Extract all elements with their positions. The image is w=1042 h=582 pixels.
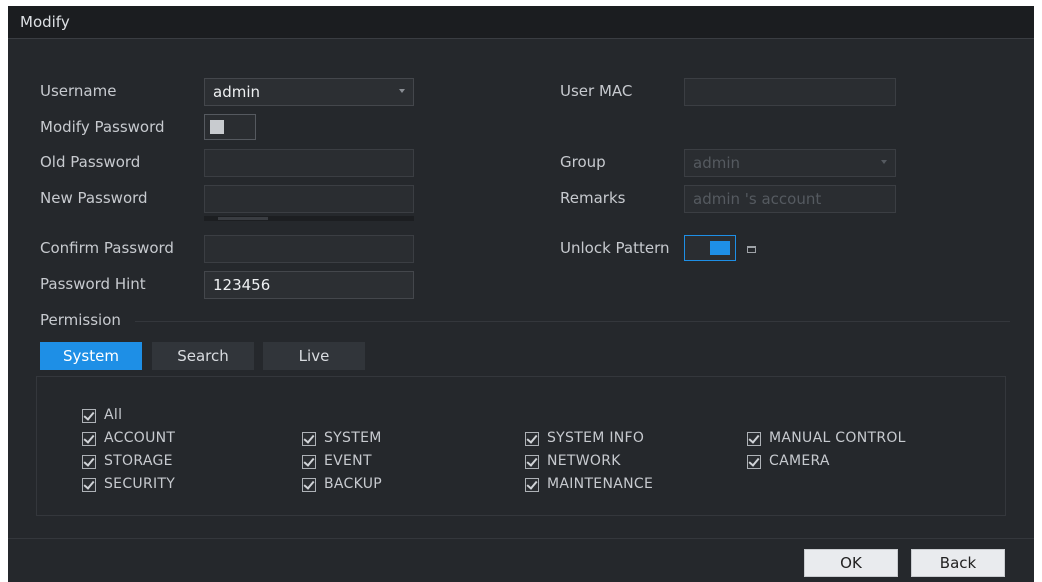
username-value: admin — [213, 83, 260, 101]
checkbox-checked-icon — [747, 455, 761, 469]
tab-live[interactable]: Live — [263, 342, 365, 370]
checkbox-label: EVENT — [324, 453, 372, 469]
remarks-input[interactable]: admin 's account — [684, 185, 896, 213]
unlock-pattern-label: Unlock Pattern — [560, 239, 670, 257]
modify-password-label: Modify Password — [40, 118, 165, 136]
modify-dialog: Modify Username admin Modify Password Ol… — [8, 6, 1034, 582]
checkbox-checked-icon — [82, 455, 96, 469]
password-hint-input[interactable]: 123456 — [204, 271, 414, 299]
footer-divider — [8, 538, 1034, 539]
checkbox-label: SYSTEM — [324, 430, 382, 446]
confirm-password-label: Confirm Password — [40, 239, 174, 257]
unlock-pattern-toggle[interactable] — [684, 235, 736, 261]
checkbox-label: MANUAL CONTROL — [769, 430, 906, 446]
group-value: admin — [693, 154, 740, 172]
user-mac-label: User MAC — [560, 82, 633, 100]
checkbox-checked-icon — [302, 478, 316, 492]
new-password-input[interactable] — [204, 185, 414, 213]
checkbox-label: All — [104, 407, 123, 423]
tab-system[interactable]: System — [40, 342, 142, 370]
chevron-down-icon — [399, 89, 405, 93]
checkbox-checked-icon — [525, 455, 539, 469]
checkbox-checked-icon — [525, 432, 539, 446]
checkbox-label: CAMERA — [769, 453, 830, 469]
old-password-input[interactable] — [204, 149, 414, 177]
confirm-password-input[interactable] — [204, 235, 414, 263]
permission-divider — [135, 321, 1010, 322]
checkbox-label: SECURITY — [104, 476, 176, 492]
edit-pattern-icon[interactable] — [747, 246, 756, 253]
checkbox-checked-icon — [82, 409, 96, 423]
checkbox-checked-icon — [82, 432, 96, 446]
checkbox-label: ACCOUNT — [104, 430, 176, 446]
user-mac-input[interactable] — [684, 78, 896, 106]
tab-search[interactable]: Search — [152, 342, 254, 370]
modify-password-toggle[interactable] — [204, 114, 256, 140]
checkbox-label: MAINTENANCE — [547, 476, 654, 492]
checkbox-checked-icon — [302, 455, 316, 469]
checkbox-checked-icon — [82, 478, 96, 492]
password-hint-label: Password Hint — [40, 275, 146, 293]
old-password-label: Old Password — [40, 153, 141, 171]
title-bar: Modify — [8, 6, 1034, 39]
checkbox-label: SYSTEM INFO — [547, 430, 645, 446]
toggle-knob — [710, 241, 730, 255]
new-password-label: New Password — [40, 189, 148, 207]
checkbox-label: NETWORK — [547, 453, 621, 469]
checkbox-label: BACKUP — [324, 476, 383, 492]
ok-button[interactable]: OK — [804, 549, 898, 577]
checkbox-label: STORAGE — [104, 453, 173, 469]
back-button[interactable]: Back — [911, 549, 1005, 577]
permission-panel — [36, 376, 1006, 516]
group-select[interactable]: admin — [684, 149, 896, 177]
permission-label: Permission — [40, 311, 121, 329]
remarks-label: Remarks — [560, 189, 626, 207]
group-label: Group — [560, 153, 606, 171]
checkbox-checked-icon — [302, 432, 316, 446]
chevron-down-icon — [881, 160, 887, 164]
checkbox-checked-icon — [747, 432, 761, 446]
checkbox-checked-icon — [525, 478, 539, 492]
dialog-title: Modify — [20, 13, 70, 31]
toggle-knob — [210, 120, 224, 134]
password-strength-bar — [204, 216, 414, 221]
username-label: Username — [40, 82, 117, 100]
username-select[interactable]: admin — [204, 78, 414, 106]
